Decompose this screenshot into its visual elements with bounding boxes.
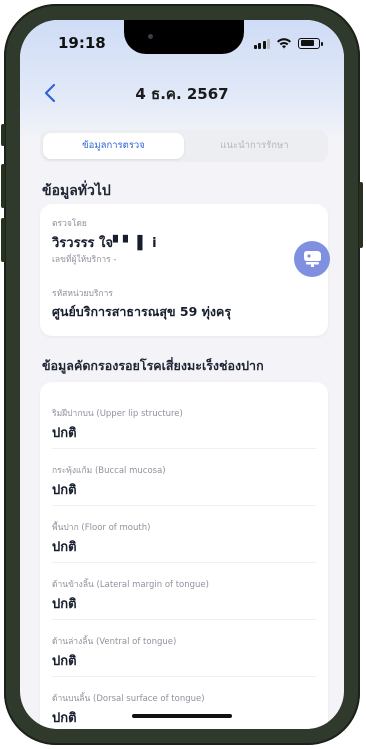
battery-icon	[298, 37, 323, 49]
page-title: 4 ธ.ค. 2567	[135, 85, 229, 103]
item-label-ventral-tongue: ด้านล่างลิ้น (Ventral of tongue)	[52, 637, 177, 647]
side-button-volume-down	[1, 218, 5, 262]
item-value-upper-lip: ปกติ	[52, 426, 77, 441]
screening-card: ริมฝีปากบน (Upper lip structure) ปกติ กร…	[40, 382, 328, 729]
item-value-dorsal-tongue: ปกติ	[52, 711, 77, 726]
status-time: 19:18	[58, 34, 106, 52]
screening-section-title: ข้อมูลคัดกรองรอยโรคเสี่ยงมะเร็งช่องปาก	[42, 358, 264, 373]
wifi-icon	[277, 38, 291, 49]
tab-treatment-advice[interactable]: แนะนำการรักษา	[184, 133, 325, 159]
examiner-card: ตรวจโดย วิรวรรร ใจ▘▘ ▌ i เลขที่ผู้ให้บริ…	[40, 204, 330, 336]
status-bar: 19:18	[20, 20, 344, 64]
unit-label: รหัสหน่วยบริการ	[52, 289, 113, 299]
tab-exam-info[interactable]: ข้อมูลการตรวจ	[43, 133, 184, 159]
unit-name: ศูนย์บริการสาธารณสุข 59 ทุ่งครุ	[52, 304, 232, 319]
divider	[52, 448, 316, 449]
app-screen: 19:18 4 ธ.ค. 2567 ข้อมูลการตรวจ แนะนำการ…	[20, 20, 344, 729]
divider	[52, 619, 316, 620]
item-value-ventral-tongue: ปกติ	[52, 654, 77, 669]
dental-chair-icon	[304, 251, 321, 267]
item-value-buccal-mucosa: ปกติ	[52, 483, 77, 498]
item-label-floor-of-mouth: พื้นปาก (Floor of mouth)	[52, 523, 151, 533]
general-section-title: ข้อมูลทั่วไป	[42, 183, 111, 199]
side-button-power	[359, 182, 363, 248]
examiner-name: วิรวรรร ใจ▘▘ ▌ i	[52, 236, 157, 251]
avatar	[294, 241, 330, 277]
item-label-lateral-tongue: ด้านข้างลิ้น (Lateral margin of tongue)	[52, 580, 209, 590]
home-indicator[interactable]	[132, 714, 232, 718]
item-label-upper-lip: ริมฝีปากบน (Upper lip structure)	[52, 409, 183, 419]
dynamic-island	[124, 20, 244, 54]
phone-frame: 19:18 4 ธ.ค. 2567 ข้อมูลการตรวจ แนะนำการ…	[1, 4, 363, 745]
item-value-lateral-tongue: ปกติ	[52, 597, 77, 612]
side-button-volume-up	[1, 164, 5, 208]
nav-bar: 4 ธ.ค. 2567	[20, 78, 344, 108]
item-label-dorsal-tongue: ด้านบนลิ้น (Dorsal surface of tongue)	[52, 694, 205, 704]
divider	[52, 676, 316, 677]
provider-id: เลขที่ผู้ให้บริการ -	[52, 255, 117, 265]
examined-by-label: ตรวจโดย	[52, 219, 87, 229]
item-value-floor-of-mouth: ปกติ	[52, 540, 77, 555]
status-icons	[253, 37, 323, 49]
divider	[52, 505, 316, 506]
tab-bar: ข้อมูลการตรวจ แนะนำการรักษา	[40, 130, 328, 162]
signal-icon	[253, 38, 270, 49]
divider	[52, 562, 316, 563]
item-label-buccal-mucosa: กระพุ้งแก้ม (Buccal mucosa)	[52, 466, 166, 476]
side-button-silent	[1, 124, 5, 146]
